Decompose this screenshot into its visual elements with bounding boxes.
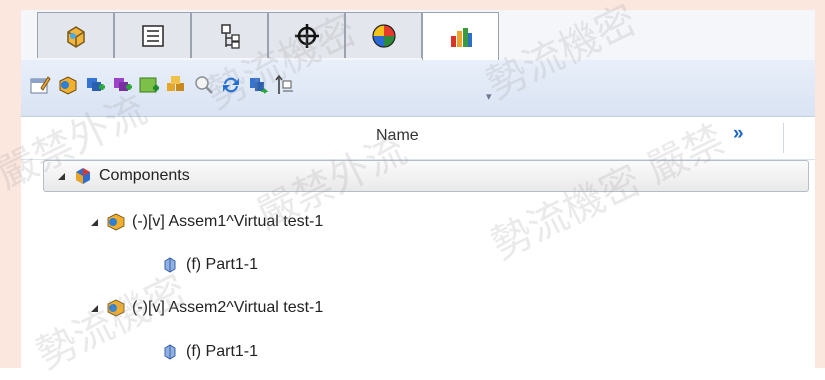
left-margin xyxy=(0,0,21,368)
assem2-label: (-)[v] Assem2^Virtual test-1 xyxy=(132,299,324,316)
feature-panel: ▾ Name » Components (-)[v] Assem1^Virtua… xyxy=(21,10,815,368)
tab-display-manager[interactable] xyxy=(345,12,422,58)
zoom-to-fit-icon xyxy=(195,76,213,94)
collapse-triangle-icon[interactable] xyxy=(91,304,98,312)
tab-property-manager[interactable] xyxy=(114,12,191,58)
toolbar-overflow-icon[interactable]: ▾ xyxy=(486,90,492,103)
refresh-button[interactable] xyxy=(220,74,242,96)
replace-components-icon xyxy=(167,76,184,91)
feature-manager-icon xyxy=(66,25,85,48)
part-icon xyxy=(160,342,180,362)
expand-columns-button[interactable]: » xyxy=(733,123,744,145)
tree-item-assem1[interactable]: (-)[v] Assem1^Virtual test-1 xyxy=(91,207,323,237)
column-header: Name » xyxy=(21,117,815,160)
tree-item-part1-b[interactable]: (f) Part1-1 xyxy=(160,337,258,367)
zoom-to-fit-button[interactable] xyxy=(193,74,215,96)
property-manager-icon xyxy=(141,24,164,47)
insert-tree-button[interactable] xyxy=(274,74,296,96)
dimxpert-icon xyxy=(294,23,319,48)
part1-label: (f) Part1-1 xyxy=(186,256,259,273)
tab-dimxpert[interactable] xyxy=(268,12,345,58)
add-copy-icon xyxy=(114,78,132,91)
edit-properties-icon xyxy=(30,76,51,94)
manager-tabs xyxy=(21,10,815,61)
add-copy-button[interactable] xyxy=(111,74,133,96)
assembly-visualization-icon xyxy=(450,28,472,47)
display-manager-icon xyxy=(371,23,396,48)
assem1-label: (-)[v] Assem1^Virtual test-1 xyxy=(132,213,324,230)
part1-label: (f) Part1-1 xyxy=(186,343,259,360)
tab-feature-manager[interactable] xyxy=(37,12,114,58)
move-component-button[interactable] xyxy=(247,74,269,96)
refresh-icon xyxy=(223,77,239,93)
components-label: Components xyxy=(99,167,190,184)
collapse-triangle-icon[interactable] xyxy=(91,218,98,226)
insert-tree-icon xyxy=(275,74,293,94)
name-column-header[interactable]: Name xyxy=(376,127,419,145)
part-icon xyxy=(160,255,180,275)
new-part-button[interactable] xyxy=(138,74,160,96)
right-margin xyxy=(815,10,825,368)
components-icon xyxy=(73,166,93,186)
subassembly-icon xyxy=(106,298,126,318)
toolbar: ▾ xyxy=(21,60,815,117)
tree-item-part1-a[interactable]: (f) Part1-1 xyxy=(160,250,258,280)
edit-properties-button[interactable] xyxy=(29,74,51,96)
collapse-triangle-icon[interactable] xyxy=(58,172,65,180)
tab-assembly-visualization[interactable] xyxy=(422,12,499,61)
tree-root-components[interactable]: Components xyxy=(43,160,809,192)
configuration-manager-icon xyxy=(220,23,240,49)
add-component-button[interactable] xyxy=(84,74,106,96)
move-component-icon xyxy=(250,78,269,94)
assembly-icon xyxy=(59,76,77,95)
assembly-button[interactable] xyxy=(57,74,79,96)
tree-item-assem2[interactable]: (-)[v] Assem2^Virtual test-1 xyxy=(91,293,323,323)
new-part-icon xyxy=(139,77,159,93)
top-margin xyxy=(21,0,825,10)
subassembly-icon xyxy=(106,212,126,232)
replace-components-button[interactable] xyxy=(165,74,187,96)
add-component-icon xyxy=(87,78,105,91)
header-divider xyxy=(783,123,784,153)
tab-configuration-manager[interactable] xyxy=(191,12,268,58)
